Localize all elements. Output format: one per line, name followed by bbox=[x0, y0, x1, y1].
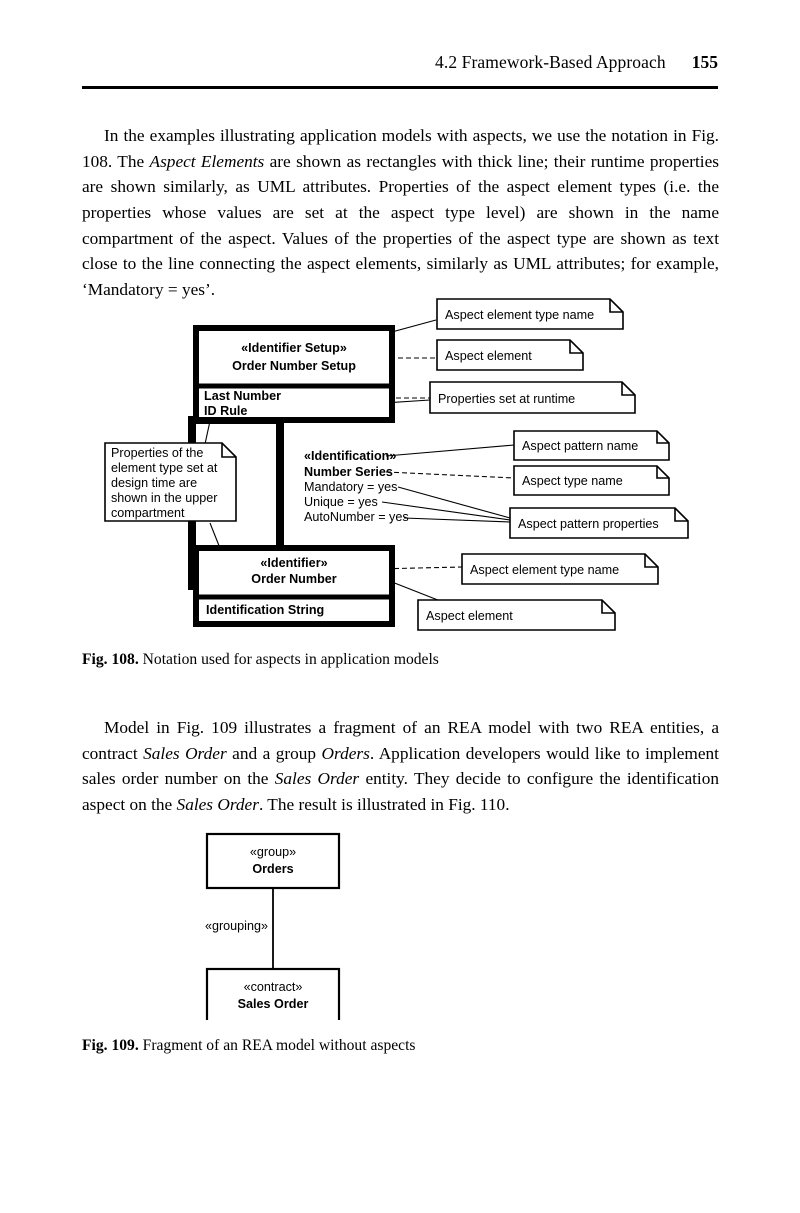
figure-108: «Identifier Setup» Order Number Setup La… bbox=[0, 286, 800, 636]
note-9-line-1: element type set at bbox=[111, 461, 218, 475]
aspect-pattern-block: «Identification» Number Series Mandatory… bbox=[304, 449, 409, 524]
p2-italic-sales-order-2: Sales Order bbox=[274, 769, 360, 789]
note-9-line-0: Properties of the bbox=[111, 446, 203, 460]
note-aspect-element-bottom: Aspect element bbox=[417, 599, 616, 631]
aspect-element-bottom: «Identifier» Order Number Identification… bbox=[193, 545, 395, 627]
figure-108-caption-label: Fig. 108. bbox=[82, 651, 139, 668]
p2-italic-sales-order-3: Sales Order bbox=[176, 795, 259, 815]
note-1-label: Aspect element type name bbox=[445, 308, 594, 322]
page-number: 155 bbox=[691, 52, 718, 72]
note-3-label: Properties set at runtime bbox=[438, 392, 575, 406]
figure-109-caption-text: Fragment of an REA model without aspects bbox=[138, 1037, 416, 1054]
p2-italic-orders: Orders bbox=[321, 743, 370, 763]
top-element-stereotype: «Identifier Setup» bbox=[241, 341, 347, 355]
aspect-pattern-name: «Identification» bbox=[304, 449, 396, 463]
association-label: «grouping» bbox=[205, 919, 268, 933]
note-9-line-2: design time are bbox=[111, 476, 197, 490]
p2-italic-sales-order-1: Sales Order bbox=[143, 743, 227, 763]
aspect-property-1: Unique = yes bbox=[304, 495, 378, 509]
figure-109: «group» Orders «grouping» «contract» Sal… bbox=[0, 820, 800, 1020]
orders-stereotype: «group» bbox=[250, 845, 296, 859]
aspect-type-name: Number Series bbox=[304, 465, 393, 479]
note-9-line-3: shown in the upper bbox=[111, 491, 217, 505]
top-element-attribute-0: Last Number bbox=[204, 389, 281, 403]
sales-order-stereotype: «contract» bbox=[244, 980, 303, 994]
p2-text-b: and a group bbox=[226, 743, 322, 763]
running-head: 4.2 Framework-Based Approach 155 bbox=[82, 52, 718, 78]
rea-entity-sales-order: «contract» Sales Order bbox=[205, 967, 341, 1020]
note-aspect-element-type-name-bottom: Aspect element type name bbox=[461, 553, 659, 585]
aspect-connector bbox=[276, 420, 284, 556]
note-aspect-type-name: Aspect type name bbox=[513, 465, 670, 496]
aspect-property-2: AutoNumber = yes bbox=[304, 510, 409, 524]
note-8-label: Aspect element bbox=[426, 609, 513, 623]
bottom-element-name: Order Number bbox=[251, 572, 336, 586]
figure-108-caption: Fig. 108. Notation used for aspects in a… bbox=[82, 650, 719, 670]
aspect-element-top: «Identifier Setup» Order Number Setup La… bbox=[193, 325, 395, 423]
note-2-label: Aspect element bbox=[445, 349, 532, 363]
note-aspect-pattern-name: Aspect pattern name bbox=[513, 430, 670, 461]
top-element-name: Order Number Setup bbox=[232, 359, 356, 373]
note-7-label: Aspect element type name bbox=[470, 563, 619, 577]
section-title: 4.2 Framework-Based Approach bbox=[435, 52, 666, 72]
bottom-element-stereotype: «Identifier» bbox=[260, 556, 327, 570]
note-aspect-element-type-name-top: Aspect element type name bbox=[436, 298, 624, 330]
top-element-attribute-1: ID Rule bbox=[204, 404, 247, 418]
figure-109-caption-label: Fig. 109. bbox=[82, 1037, 139, 1054]
note-5-label: Aspect type name bbox=[522, 474, 623, 488]
note-aspect-pattern-properties: Aspect pattern properties bbox=[509, 507, 689, 539]
paragraph-2: Model in Fig. 109 illustrates a fragment… bbox=[82, 715, 719, 817]
bottom-element-attribute-0: Identification String bbox=[206, 603, 324, 617]
orders-name: Orders bbox=[252, 862, 293, 876]
document-page: 4.2 Framework-Based Approach 155 In the … bbox=[0, 0, 800, 1213]
note-aspect-element-top: Aspect element bbox=[436, 339, 584, 371]
figure-108-caption-text: Notation used for aspects in application… bbox=[138, 651, 439, 668]
sales-order-name: Sales Order bbox=[238, 997, 309, 1011]
p1-text-b: are shown as rectangles with thick line;… bbox=[82, 151, 719, 299]
rea-entity-orders: «group» Orders bbox=[205, 832, 341, 890]
note-9-line-4: compartment bbox=[111, 506, 185, 520]
header-rule bbox=[82, 86, 718, 89]
paragraph-1: In the examples illustrating application… bbox=[82, 123, 719, 302]
aspect-property-0: Mandatory = yes bbox=[304, 480, 397, 494]
p2-text-e: . The result is illustrated in Fig. 110. bbox=[258, 795, 510, 815]
figure-109-caption: Fig. 109. Fragment of an REA model witho… bbox=[82, 1036, 719, 1056]
note-6-label: Aspect pattern properties bbox=[518, 517, 659, 531]
note-design-time-properties: Properties of the element type set at de… bbox=[104, 442, 237, 522]
note-4-label: Aspect pattern name bbox=[522, 439, 638, 453]
note-properties-set-at-runtime: Properties set at runtime bbox=[429, 381, 636, 414]
p1-italic-aspect-elements: Aspect Elements bbox=[149, 151, 265, 171]
